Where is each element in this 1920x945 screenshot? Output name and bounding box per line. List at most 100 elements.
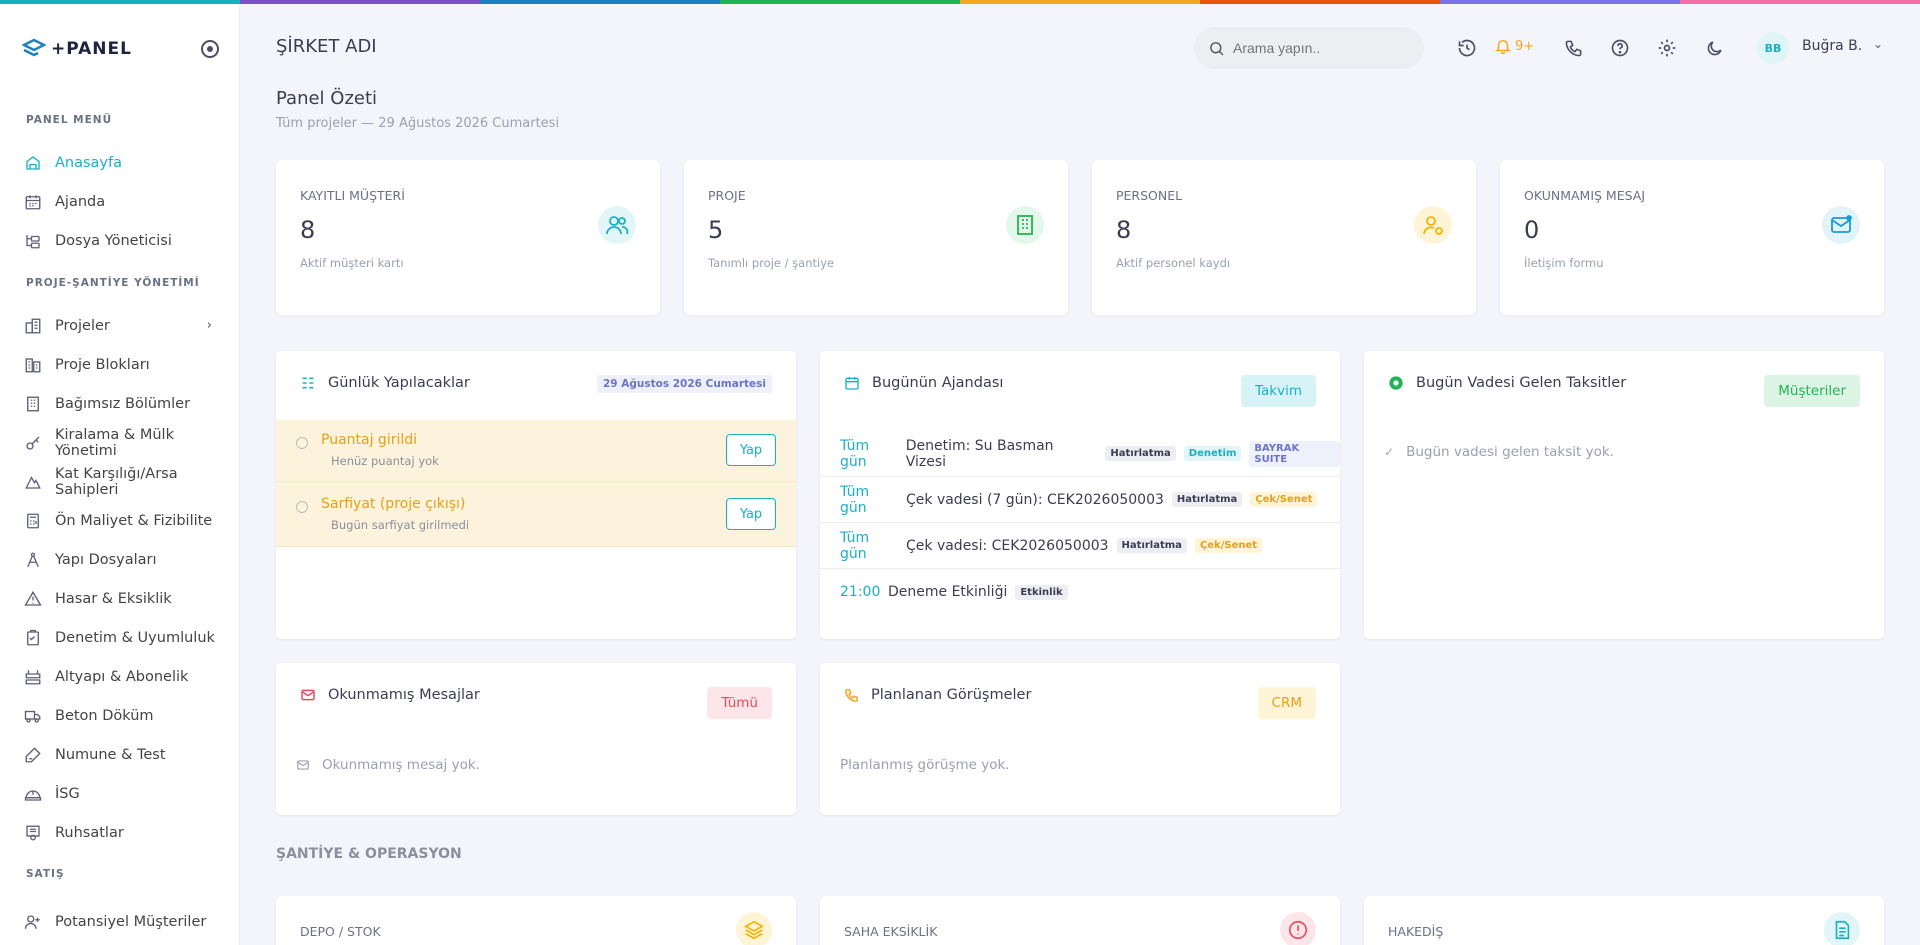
- compass-icon: [24, 551, 42, 569]
- ops-card[interactable]: SAHA EKSİKLİK: [820, 896, 1340, 945]
- do-button[interactable]: Yap: [726, 498, 776, 530]
- sidebar-item-hasar-eksiklik[interactable]: Hasar & Eksiklik: [24, 584, 234, 614]
- sidebar-section-label: PANEL MENÜ: [26, 114, 113, 126]
- stat-card[interactable]: PROJE 5 Tanımlı proje / şantiye: [684, 160, 1068, 315]
- stat-description: Aktif müşteri kartı: [300, 256, 404, 270]
- agenda-event[interactable]: Tüm gün Çek vadesi (7 gün): CEK2026050003…: [820, 477, 1340, 523]
- sidebar-item-altyapı-abonelik[interactable]: Altyapı & Abonelik: [24, 662, 234, 692]
- sidebar-item-bağımsız-bölümler[interactable]: Bağımsız Bölümler: [24, 389, 234, 419]
- agenda-event[interactable]: Tüm gün Denetim: Su Basman Vizesi Hatırlat…: [820, 431, 1340, 477]
- sidebar-item-beton-döküm[interactable]: Beton Döküm: [24, 701, 234, 731]
- sidebar-item-label: İSG: [55, 786, 80, 802]
- ops-card-label: DEPO / STOK: [300, 924, 381, 939]
- user-plus-icon: [24, 913, 42, 931]
- tasks-icon: [302, 377, 314, 389]
- history-icon[interactable]: [1456, 37, 1478, 59]
- search-box[interactable]: [1194, 27, 1424, 69]
- user-name[interactable]: Buğra B.: [1802, 38, 1862, 54]
- calculator-icon: [24, 512, 42, 530]
- sidebar-item-kat-karşılığı-arsa-sahipleri[interactable]: Kat Karşılığı/Arsa Sahipleri: [24, 466, 234, 498]
- key-icon: [24, 434, 42, 452]
- page-title: Panel Özeti: [276, 88, 378, 109]
- stat-value: 8: [300, 216, 316, 244]
- phone-icon[interactable]: [1562, 37, 1584, 59]
- land-icon: [24, 473, 42, 491]
- customers-button[interactable]: Müşteriler: [1764, 375, 1860, 407]
- sidebar-item-anasayfa[interactable]: Anasayfa: [24, 148, 234, 178]
- calendar-button[interactable]: Takvim: [1241, 375, 1316, 407]
- page-subtitle: Tüm projeler — 29 Ağustos 2026 Cumartesi: [276, 116, 560, 131]
- stat-card[interactable]: PERSONEL 8 Aktif personel kaydı: [1092, 160, 1476, 315]
- sidebar-item-dosya-yöneticisi[interactable]: Dosya Yöneticisi: [24, 226, 234, 256]
- sidebar-item-label: Ajanda: [55, 194, 106, 210]
- stat-card[interactable]: KAYITLI MÜŞTERİ 8 Aktif müşteri kartı: [276, 160, 660, 315]
- crm-button[interactable]: CRM: [1257, 687, 1316, 719]
- todo-title: Puantaj girildi: [321, 432, 418, 448]
- folder-tree-icon: [24, 232, 42, 250]
- agenda-event[interactable]: 21:00 Deneme Etkinliği Etkinlik: [820, 569, 1340, 615]
- sidebar-item-ajanda[interactable]: Ajanda: [24, 187, 234, 217]
- daily-tasks-card: Günlük Yapılacaklar 29 Ağustos 2026 Cuma…: [276, 351, 796, 639]
- messages-empty: Okunmamış mesaj yok.: [296, 757, 480, 773]
- event-tag: Çek/Senet: [1250, 492, 1318, 507]
- todo-title: Sarfiyat (proje çıkışı): [321, 496, 466, 512]
- stat-card[interactable]: OKUNMAMIŞ MESAJ 0 İletişim formu: [1500, 160, 1884, 315]
- blocks-icon: [24, 356, 42, 374]
- event-tag: Denetim: [1183, 446, 1242, 461]
- dark-mode-icon[interactable]: [1703, 37, 1725, 59]
- event-name: Çek vadesi: CEK2026050003: [906, 537, 1109, 554]
- sidebar-item-proje-blokları[interactable]: Proje Blokları: [24, 350, 234, 380]
- brand-logo[interactable]: +PANEL: [22, 38, 132, 60]
- sidebar-item-i-sg[interactable]: İSG: [24, 779, 234, 809]
- document-icon: [1824, 912, 1860, 945]
- chevron-down-icon[interactable]: ⌄: [1873, 37, 1883, 51]
- help-icon[interactable]: [1609, 37, 1631, 59]
- avatar[interactable]: BB: [1757, 32, 1789, 64]
- sidebar-item-label: Hasar & Eksiklik: [55, 591, 172, 607]
- messages-title: Okunmamış Mesajlar: [328, 687, 480, 703]
- do-button[interactable]: Yap: [726, 434, 776, 466]
- alert-icon: [1280, 912, 1316, 945]
- sidebar-item-label: Yapı Dosyaları: [55, 552, 157, 568]
- sidebar-item-potansiyel-müşteriler[interactable]: Potansiyel Müşteriler: [24, 907, 234, 937]
- ops-card[interactable]: HAKEDİŞ: [1364, 896, 1884, 945]
- building-icon: [1006, 206, 1044, 244]
- gear-icon[interactable]: [1656, 37, 1678, 59]
- event-tag: Çek/Senet: [1194, 538, 1263, 553]
- sidebar-item-numune-test[interactable]: Numune & Test: [24, 740, 234, 770]
- users-icon: [598, 206, 636, 244]
- logo-icon: [22, 38, 47, 57]
- date-badge: 29 Ağustos 2026 Cumartesi: [596, 375, 772, 393]
- check-icon: ✓: [1384, 445, 1395, 459]
- installments-header: Bugün Vadesi Gelen Taksitler: [1388, 375, 1626, 391]
- truck-icon: [24, 707, 42, 725]
- installments-card: Bugün Vadesi Gelen Taksitler Müşteriler …: [1364, 351, 1884, 639]
- agenda-event[interactable]: Tüm gün Çek vadesi: CEK2026050003 Hatırlat…: [820, 523, 1340, 569]
- stat-value: 8: [1116, 216, 1132, 244]
- event-time: Tüm gün: [840, 483, 870, 516]
- sidebar-pin-icon[interactable]: [201, 40, 219, 58]
- calendar-icon: [24, 193, 42, 211]
- notifications-button[interactable]: 9+: [1494, 37, 1534, 55]
- messages-header: Okunmamış Mesajlar: [300, 687, 480, 703]
- layers-icon: [736, 912, 772, 945]
- sidebar-item-kiralama-mülk-yönetimi[interactable]: Kiralama & Mülk Yönetimi: [24, 427, 234, 459]
- sidebar-item-ön-maliyet-fizibilite[interactable]: Ön Maliyet & Fizibilite: [24, 506, 234, 536]
- ops-card[interactable]: DEPO / STOK: [276, 896, 796, 945]
- mail-icon: [1822, 206, 1860, 244]
- sidebar-item-denetim-uyumluluk[interactable]: Denetim & Uyumluluk: [24, 623, 234, 653]
- buildings-icon: [24, 317, 42, 335]
- sidebar-item-yapı-dosyaları[interactable]: Yapı Dosyaları: [24, 545, 234, 575]
- sidebar-item-projeler[interactable]: Projeler ›: [24, 311, 234, 341]
- installments-empty: ✓ Bugün vadesi gelen taksit yok.: [1384, 444, 1614, 460]
- stat-label: PERSONEL: [1116, 188, 1183, 203]
- all-messages-button[interactable]: Tümü: [707, 687, 772, 719]
- search-input[interactable]: [1233, 40, 1413, 56]
- status-circle-icon: [296, 437, 308, 449]
- sidebar-item-label: Anasayfa: [55, 155, 123, 171]
- sidebar-item-ruhsatlar[interactable]: Ruhsatlar: [24, 818, 234, 848]
- stat-value: 0: [1524, 216, 1540, 244]
- search-icon: [1210, 41, 1224, 55]
- calendar-icon: [845, 377, 859, 390]
- stat-description: Aktif personel kaydı: [1116, 256, 1231, 270]
